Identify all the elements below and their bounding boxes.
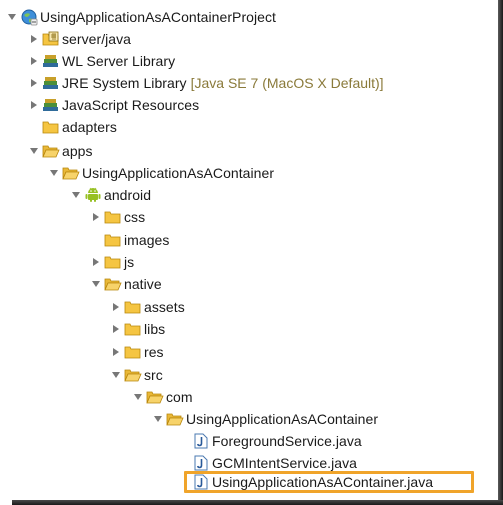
folder-icon xyxy=(124,299,142,315)
java-file-icon xyxy=(192,455,210,471)
expanded-arrow-icon[interactable] xyxy=(152,413,164,425)
library-decoration: [Java SE 7 (MacOS X Default)] xyxy=(190,75,384,91)
tree-item-src[interactable]: src xyxy=(110,364,163,386)
project-explorer-tree: UsingApplicationAsAContainerProject serv… xyxy=(0,0,503,505)
tree-item-apps[interactable]: apps xyxy=(28,140,93,162)
folder-icon xyxy=(104,232,122,248)
tree-item-wl-server-library[interactable]: WL Server Library xyxy=(28,50,175,72)
expanded-arrow-icon[interactable] xyxy=(28,145,40,157)
frame-shadow-right xyxy=(498,0,503,505)
folder-open-icon xyxy=(62,165,80,181)
java-file-icon xyxy=(192,433,210,449)
folder-icon xyxy=(124,321,142,337)
folder-icon xyxy=(124,344,142,360)
expanded-arrow-icon[interactable] xyxy=(6,11,18,23)
tree-item-server-java[interactable]: server/java xyxy=(28,28,131,50)
source-folder-icon xyxy=(42,31,60,47)
tree-item-label: server/java xyxy=(62,31,132,47)
collapsed-arrow-icon[interactable] xyxy=(28,99,40,111)
tree-item-label: css xyxy=(124,209,146,225)
collapsed-arrow-icon[interactable] xyxy=(110,301,122,313)
folder-open-icon xyxy=(146,389,164,405)
frame-shadow-bottom xyxy=(12,500,503,505)
expanded-arrow-icon[interactable] xyxy=(110,369,122,381)
tree-item-libs[interactable]: libs xyxy=(110,318,165,340)
folder-icon xyxy=(104,209,122,225)
library-icon xyxy=(42,97,60,113)
folder-open-icon xyxy=(166,411,184,427)
collapsed-arrow-icon[interactable] xyxy=(110,323,122,335)
tree-item-label: apps xyxy=(62,143,93,159)
folder-icon xyxy=(104,254,122,270)
tree-item-label: src xyxy=(144,367,163,383)
folder-open-icon xyxy=(104,276,122,292)
expanded-arrow-icon[interactable] xyxy=(48,167,60,179)
tree-item-javascript-resources[interactable]: JavaScript Resources xyxy=(28,94,199,116)
collapsed-arrow-icon[interactable] xyxy=(28,55,40,67)
tree-item-com[interactable]: com xyxy=(132,386,193,408)
java-file-icon xyxy=(192,474,210,490)
tree-item-label: native xyxy=(124,276,162,292)
tree-item-label: images xyxy=(124,232,170,248)
tree-item-native[interactable]: native xyxy=(90,273,162,295)
folder-icon xyxy=(42,119,60,135)
tree-item-jre-system-library[interactable]: JRE System Library [Java SE 7 (MacOS X D… xyxy=(28,72,384,94)
tree-item-label: adapters xyxy=(62,119,117,135)
folder-open-icon xyxy=(42,143,60,159)
tree-item-project[interactable]: UsingApplicationAsAContainerProject xyxy=(6,6,276,28)
project-globe-icon xyxy=(20,9,38,26)
tree-item-label: assets xyxy=(144,299,185,315)
tree-item-label: com xyxy=(166,389,193,405)
tree-item-js[interactable]: js xyxy=(90,251,134,273)
tree-item-java-file[interactable]: ForegroundService.java xyxy=(192,430,362,452)
tree-item-app[interactable]: UsingApplicationAsAContainer xyxy=(48,162,274,184)
collapsed-arrow-icon[interactable] xyxy=(28,77,40,89)
tree-item-css[interactable]: css xyxy=(90,206,145,228)
android-icon xyxy=(84,187,102,203)
collapsed-arrow-icon[interactable] xyxy=(90,211,102,223)
tree-item-adapters[interactable]: adapters xyxy=(42,116,117,138)
tree-item-label: UsingApplicationAsAContainer xyxy=(186,411,379,427)
expanded-arrow-icon[interactable] xyxy=(90,278,102,290)
collapsed-arrow-icon[interactable] xyxy=(110,346,122,358)
tree-item-label: JavaScript Resources xyxy=(62,97,200,113)
tree-item-android[interactable]: android xyxy=(70,184,151,206)
tree-item-label: UsingApplicationAsAContainer xyxy=(82,165,275,181)
tree-item-assets[interactable]: assets xyxy=(110,296,185,318)
collapsed-arrow-icon[interactable] xyxy=(28,33,40,45)
tree-item-images[interactable]: images xyxy=(104,229,169,251)
expanded-arrow-icon[interactable] xyxy=(132,391,144,403)
expanded-arrow-icon[interactable] xyxy=(70,189,82,201)
tree-item-label: UsingApplicationAsAContainer.java xyxy=(212,474,434,490)
tree-item-res[interactable]: res xyxy=(110,341,164,363)
tree-item-label: android xyxy=(104,187,152,203)
tree-item-label: UsingApplicationAsAContainerProject xyxy=(40,9,276,25)
tree-item-java-file-selected[interactable]: UsingApplicationAsAContainer.java xyxy=(192,471,433,493)
library-icon xyxy=(42,75,60,91)
library-icon xyxy=(42,53,60,69)
tree-item-package[interactable]: UsingApplicationAsAContainer xyxy=(152,408,378,430)
collapsed-arrow-icon[interactable] xyxy=(90,256,102,268)
folder-open-icon xyxy=(124,367,142,383)
tree-item-label: ForegroundService.java xyxy=(212,433,362,449)
tree-item-label: res xyxy=(144,344,164,360)
tree-item-label: libs xyxy=(144,321,166,337)
tree-item-label: js xyxy=(124,254,135,270)
tree-item-label: JRE System Library xyxy=(62,75,187,91)
tree-item-label: WL Server Library xyxy=(62,53,176,69)
